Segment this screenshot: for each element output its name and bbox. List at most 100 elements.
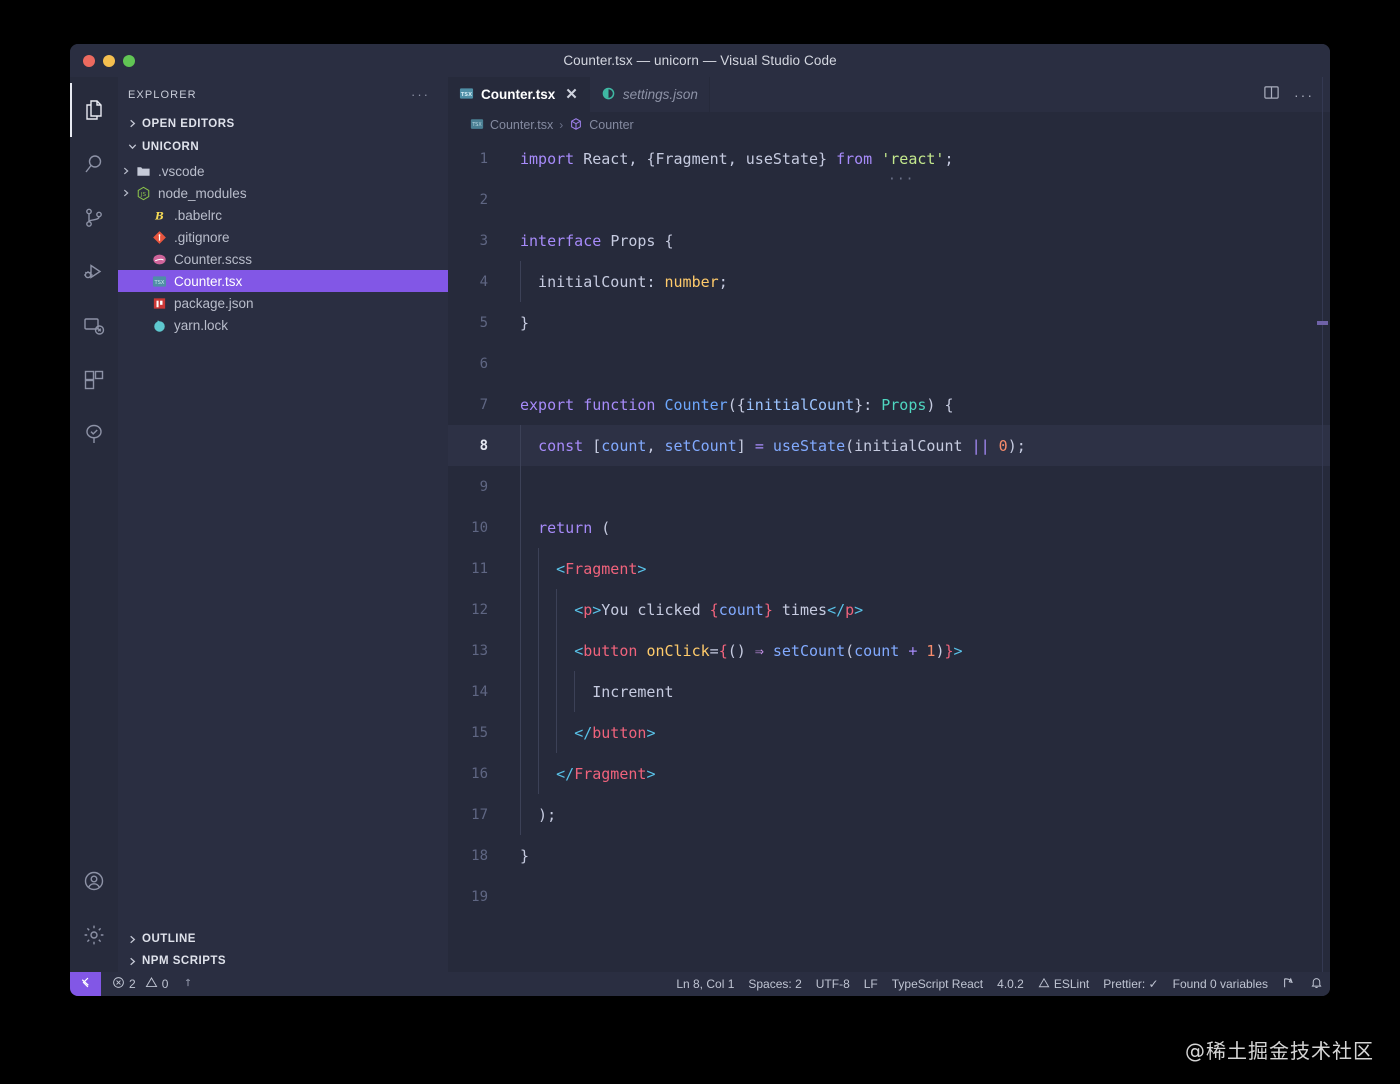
remote-window-indicator[interactable] — [70, 972, 101, 996]
file-tree: .vscodeJSnode_modulesB.babelrc.gitignore… — [118, 158, 448, 336]
close-tab-icon[interactable]: ✕ — [565, 87, 578, 102]
sass-icon — [150, 252, 168, 267]
section-open-editors[interactable]: OPEN EDITORS — [118, 112, 448, 135]
tab-bar-empty-space — [710, 77, 1247, 112]
activity-item-run-and-debug[interactable] — [70, 245, 118, 299]
code-token: , — [728, 150, 746, 168]
activity-item-explorer[interactable] — [70, 83, 118, 137]
status-editor-language[interactable]: TypeScript React — [885, 972, 990, 996]
line-content: </button> — [510, 724, 655, 742]
breadcrumb-item-file[interactable]: Counter.tsx — [490, 118, 553, 132]
breadcrumb-item-symbol[interactable]: Counter — [589, 118, 633, 132]
code-line[interactable]: 6 — [448, 343, 1330, 384]
activity-item-accounts[interactable] — [70, 854, 118, 908]
code-line[interactable]: 15 </button> — [448, 712, 1330, 753]
section-npm-scripts[interactable]: NPM SCRIPTS — [118, 950, 448, 972]
file-tree-item[interactable]: JSnode_modules — [118, 182, 448, 204]
activity-item-source-control[interactable] — [70, 191, 118, 245]
status-notifications[interactable] — [1303, 972, 1330, 996]
status-eslint-status[interactable]: ESLint — [1031, 972, 1096, 996]
code-line[interactable]: 17 ); — [448, 794, 1330, 835]
file-tree-item[interactable]: B.babelrc — [118, 204, 448, 226]
more-actions-icon[interactable]: ··· — [1294, 87, 1314, 103]
svg-text:TSX: TSX — [461, 91, 472, 97]
editor-scrollbar[interactable] — [1316, 77, 1330, 972]
folder-icon — [134, 164, 152, 179]
code-line[interactable]: 8 const [count, setCount] = useState(ini… — [448, 425, 1330, 466]
line-number: 18 — [448, 848, 510, 864]
code-token: } — [944, 642, 953, 660]
maximize-window-button[interactable] — [123, 55, 135, 67]
code-line[interactable]: 18} — [448, 835, 1330, 876]
code-line[interactable]: 10 return ( — [448, 507, 1330, 548]
tsx-icon: TSX — [150, 274, 168, 289]
code-token: count — [601, 437, 646, 455]
file-tree-item[interactable]: .gitignore — [118, 226, 448, 248]
code-token — [827, 150, 836, 168]
minimize-window-button[interactable] — [103, 55, 115, 67]
code-token: || — [972, 437, 990, 455]
code-line[interactable]: 4 initialCount: number; — [448, 261, 1330, 302]
code-line[interactable]: 7export function Counter({initialCount}:… — [448, 384, 1330, 425]
status-editor-position[interactable]: Ln 8, Col 1 — [669, 972, 741, 996]
status-feedback[interactable] — [1275, 972, 1303, 996]
section-unicorn[interactable]: UNICORN — [118, 135, 448, 158]
status-ports[interactable] — [175, 972, 201, 996]
code-line[interactable]: 5} — [448, 302, 1330, 343]
section-outline[interactable]: OUTLINE — [118, 928, 448, 950]
activity-item-remote-explorer[interactable] — [70, 299, 118, 353]
file-tree-item[interactable]: TSXCounter.tsx — [118, 270, 448, 292]
breadcrumb-separator: › — [559, 118, 563, 132]
file-tree-item[interactable]: .vscode — [118, 160, 448, 182]
split-editor-icon[interactable] — [1263, 84, 1280, 106]
activity-item-manage-settings[interactable] — [70, 908, 118, 962]
code-token: < — [574, 601, 583, 619]
close-window-button[interactable] — [83, 55, 95, 67]
code-line[interactable]: 12 <p>You clicked {count} times</p> — [448, 589, 1330, 630]
status-typescript-version[interactable]: 4.0.2 — [990, 972, 1031, 996]
status-prettier-status[interactable]: Prettier: ✓ — [1096, 972, 1165, 996]
file-tree-item[interactable]: yarn.lock — [118, 314, 448, 336]
activity-item-testing[interactable] — [70, 407, 118, 461]
file-tree-item[interactable]: package.json — [118, 292, 448, 314]
editor-tab-counter-tsx[interactable]: TSX Counter.tsx ✕ — [448, 77, 590, 112]
remote-explorer-icon — [82, 314, 106, 338]
code-token: ); — [1008, 437, 1026, 455]
file-tree-item[interactable]: Counter.scss — [118, 248, 448, 270]
editor-tab-settings-json[interactable]: settings.json — [590, 77, 710, 112]
status-found-variables[interactable]: Found 0 variables — [1166, 972, 1275, 996]
editor-tab-label: Counter.tsx — [481, 87, 555, 102]
status-problems[interactable]: 2 0 — [105, 972, 175, 996]
gear-icon — [82, 923, 106, 947]
code-line[interactable]: 11 <Fragment> — [448, 548, 1330, 589]
tsx-icon: TSX — [459, 86, 474, 104]
chevron-right-icon[interactable] — [118, 188, 134, 198]
scrollbar-thumb-marker[interactable] — [1317, 321, 1328, 325]
sidebar-more-actions-icon[interactable]: ··· — [411, 87, 430, 102]
code-line[interactable]: 2 — [448, 179, 1330, 220]
extensions-icon — [82, 368, 106, 392]
code-token: > — [637, 560, 646, 578]
code-line[interactable]: 16 </Fragment> — [448, 753, 1330, 794]
code-line[interactable]: 14 Increment — [448, 671, 1330, 712]
code-token: { — [655, 232, 673, 250]
code-editor[interactable]: 1import React, {Fragment, useState} from… — [448, 138, 1330, 972]
code-token: Increment — [520, 683, 674, 701]
code-line[interactable]: 9 — [448, 466, 1330, 507]
file-tree-item-label: Counter.scss — [174, 252, 252, 267]
code-token: > — [646, 724, 655, 742]
code-line[interactable]: 13 <button onClick={() ⇒ setCount(count … — [448, 630, 1330, 671]
activity-item-extensions[interactable] — [70, 353, 118, 407]
status-editor-indentation[interactable]: Spaces: 2 — [741, 972, 808, 996]
status-editor-eol[interactable]: LF — [857, 972, 885, 996]
chevron-right-icon[interactable] — [118, 166, 134, 176]
window-title: Counter.tsx — unicorn — Visual Studio Co… — [70, 53, 1330, 68]
code-token: button — [592, 724, 646, 742]
code-line[interactable]: 3interface Props { — [448, 220, 1330, 261]
status-editor-encoding[interactable]: UTF-8 — [809, 972, 857, 996]
code-line[interactable]: 19 — [448, 876, 1330, 917]
code-token: > — [954, 642, 963, 660]
activity-item-search[interactable] — [70, 137, 118, 191]
line-number: 4 — [448, 274, 510, 290]
window-controls[interactable] — [83, 55, 135, 67]
